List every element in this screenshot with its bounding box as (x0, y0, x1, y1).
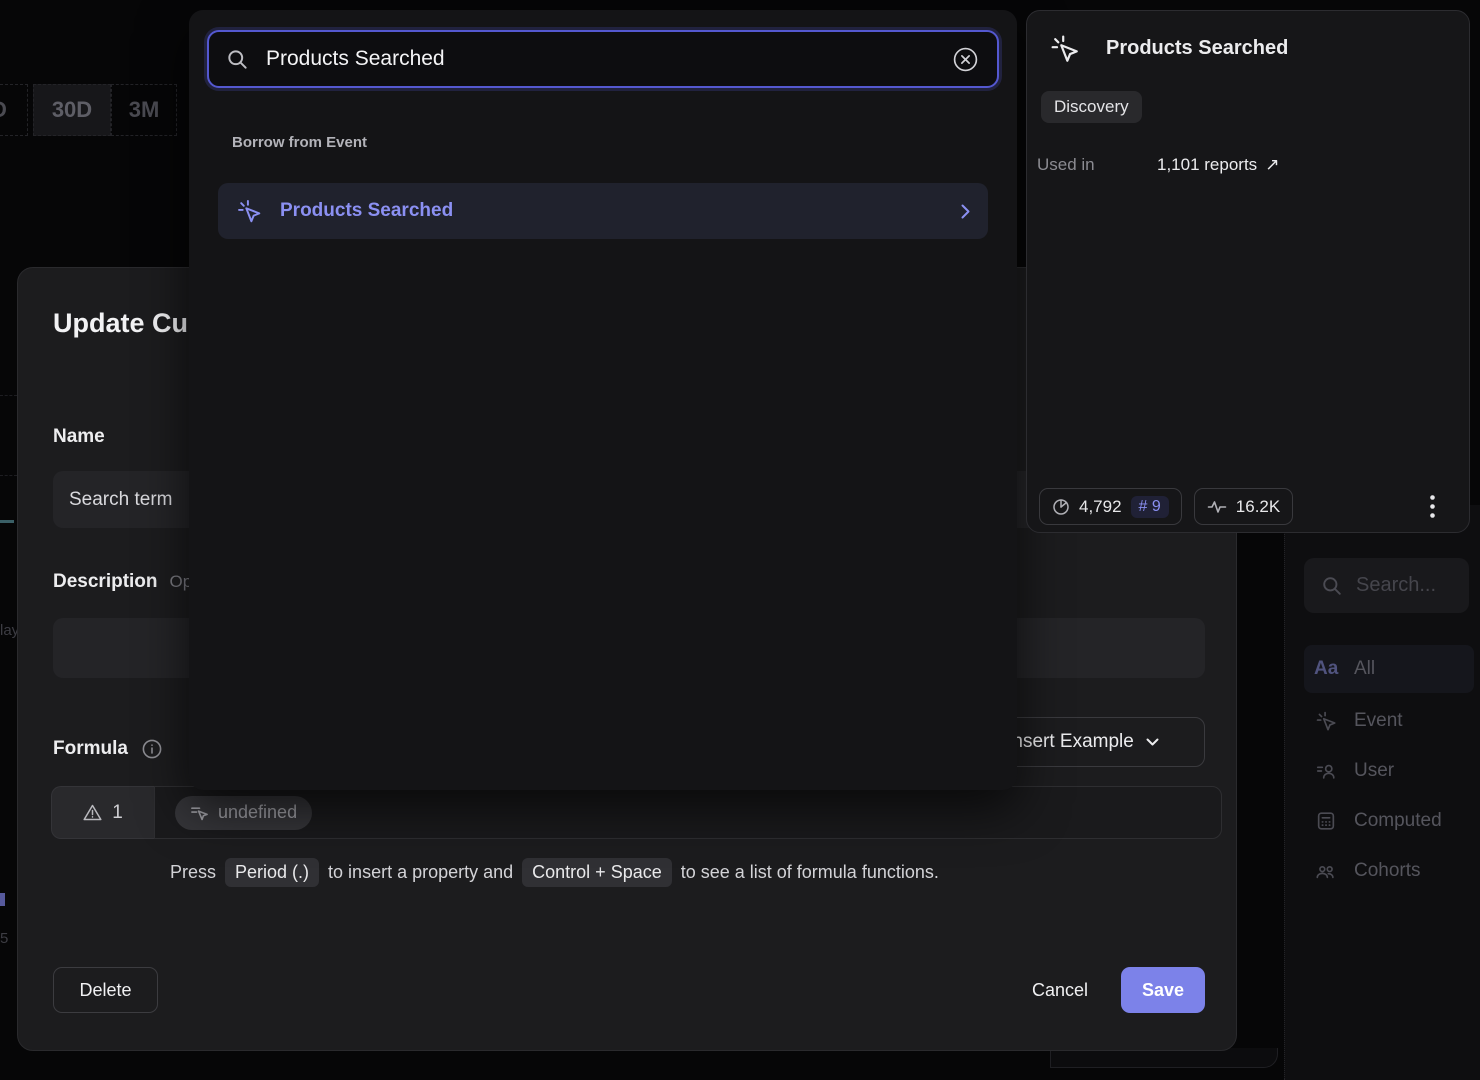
event-detail-card: Products Searched Discovery Used in 1,10… (1026, 10, 1470, 533)
sidebar-search-placeholder: Search... (1356, 574, 1436, 597)
sidebar-item-label: Computed (1354, 810, 1442, 832)
cohorts-icon (1314, 860, 1338, 882)
property-icon (190, 803, 209, 822)
cancel-button[interactable]: Cancel (1014, 967, 1106, 1013)
aa-icon: Aa (1314, 658, 1338, 680)
property-type-sidebar: Search... Aa All Event User (1284, 505, 1480, 1080)
computed-icon (1314, 810, 1338, 832)
result-label: Products Searched (280, 200, 943, 222)
time-range-7d[interactable]: D (0, 84, 28, 136)
volume-pill[interactable]: 16.2K (1194, 488, 1293, 525)
used-in-value: 1,101 reports (1157, 155, 1257, 175)
discovery-badge: Discovery (1041, 91, 1142, 123)
formula-hint: Press Period (.) to insert a property an… (170, 858, 939, 887)
used-in-link[interactable]: 1,101 reports ↗ (1157, 155, 1279, 175)
used-in-label: Used in (1037, 155, 1157, 175)
chip-label: undefined (218, 802, 297, 823)
property-search-popover: Borrow from Event Products Searched (189, 10, 1017, 790)
search-box (207, 30, 999, 88)
sidebar-item-label: All (1354, 658, 1375, 680)
sidebar-search-input[interactable]: Search... (1304, 558, 1469, 613)
hint-text: to see a list of formula functions. (681, 862, 939, 883)
modal-title: Update Cu (53, 308, 188, 339)
card-title: Products Searched (1106, 37, 1288, 60)
undefined-property-chip[interactable]: undefined (175, 796, 312, 830)
user-icon (1314, 760, 1338, 782)
external-link-icon: ↗ (1265, 155, 1279, 175)
chevron-down-icon (1146, 738, 1159, 747)
formula-error-gutter: 1 (51, 786, 154, 839)
chart-line-fragment (0, 893, 5, 906)
hint-text: Press (170, 862, 216, 883)
delete-button[interactable]: Delete (53, 967, 158, 1013)
sidebar-item-event[interactable]: Event (1304, 697, 1474, 745)
sidebar-item-label: User (1354, 760, 1394, 782)
event-icon (1314, 710, 1338, 732)
formula-editor: 1 undefined (51, 786, 1222, 839)
name-label: Name (53, 426, 105, 448)
rank-badge: # 9 (1131, 496, 1169, 518)
sidebar-item-label: Cohorts (1354, 860, 1421, 882)
pie-chart-icon (1052, 498, 1070, 516)
sidebar-item-computed[interactable]: Computed (1304, 797, 1474, 845)
sidebar-item-all[interactable]: Aa All (1304, 645, 1474, 693)
count-value: 4,792 (1079, 497, 1122, 517)
section-label: Borrow from Event (232, 134, 367, 151)
kbd-period: Period (.) (225, 858, 319, 887)
volume-value: 16.2K (1236, 497, 1280, 517)
kebab-menu-icon[interactable] (1430, 495, 1435, 518)
search-icon (1320, 576, 1344, 596)
time-range-3m[interactable]: 3M (111, 84, 177, 136)
insert-example-label: Insert Example (1007, 731, 1134, 753)
formula-input[interactable]: undefined (154, 786, 1222, 839)
activity-icon (1207, 499, 1227, 515)
save-button[interactable]: Save (1121, 967, 1205, 1013)
count-pill[interactable]: 4,792 # 9 (1039, 488, 1182, 525)
description-label-text: Description (53, 571, 158, 592)
event-icon (1049, 33, 1080, 64)
axis-label-fragment: 5 (0, 930, 8, 947)
sidebar-item-label: Event (1354, 710, 1403, 732)
sidebar-item-cohorts[interactable]: Cohorts (1304, 847, 1474, 895)
warning-icon (83, 804, 102, 821)
chart-gridline (0, 475, 17, 476)
time-range-30d[interactable]: 30D (33, 84, 111, 136)
chevron-right-icon (961, 204, 970, 219)
used-in-row: Used in 1,101 reports ↗ (1037, 155, 1279, 175)
chart-line-fragment (0, 520, 14, 523)
search-result-products-searched[interactable]: Products Searched (218, 183, 988, 239)
chart-gridline (0, 395, 17, 396)
event-icon (236, 198, 262, 224)
background-panel-edge (1050, 1048, 1278, 1068)
formula-label: Formula (53, 738, 128, 760)
card-header: Products Searched (1049, 33, 1288, 64)
search-icon (227, 49, 248, 70)
hint-text: to insert a property and (328, 862, 513, 883)
formula-label-row: Formula (53, 738, 163, 760)
info-icon[interactable] (141, 738, 163, 760)
clear-icon[interactable] (952, 46, 979, 73)
kbd-control-space: Control + Space (522, 858, 672, 887)
search-input[interactable] (266, 47, 934, 71)
error-count: 1 (112, 802, 123, 824)
card-stats-row: 4,792 # 9 16.2K (1039, 488, 1459, 525)
sidebar-item-user[interactable]: User (1304, 747, 1474, 795)
